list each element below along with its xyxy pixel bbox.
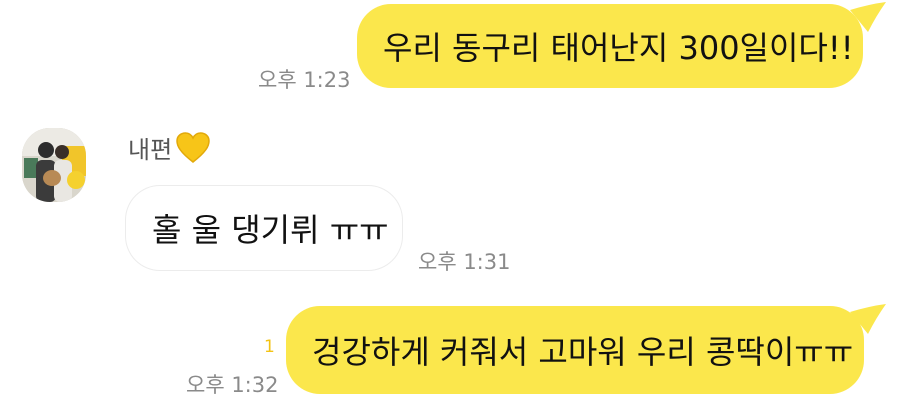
message-text: 홀 울 댕기뤼 ㅠㅠ bbox=[152, 211, 389, 249]
avatar[interactable] bbox=[22, 128, 86, 202]
message-bubble-sent[interactable]: 우리 동구리 태어난지 300일이다!! bbox=[357, 4, 863, 88]
profile-photo-icon bbox=[22, 128, 86, 202]
message-timestamp: 오후 1:31 bbox=[418, 250, 511, 274]
sender-name: 내편 bbox=[128, 130, 210, 165]
message-timestamp: 오후 1:23 bbox=[258, 68, 351, 92]
yellow-heart-icon bbox=[176, 131, 210, 163]
message-timestamp: 오후 1:32 bbox=[186, 373, 279, 397]
sender-name-label: 내편 bbox=[128, 136, 173, 164]
message-bubble-sent[interactable]: 겅강하게 커줘서 고마워 우리 콩딱이ㅠㅠ bbox=[286, 306, 864, 394]
message-text: 우리 동구리 태어난지 300일이다!! bbox=[383, 29, 854, 67]
unread-count: 1 bbox=[264, 337, 275, 357]
message-bubble-received[interactable]: 홀 울 댕기뤼 ㅠㅠ bbox=[126, 186, 402, 270]
message-text: 겅강하게 커줘서 고마워 우리 콩딱이ㅠㅠ bbox=[312, 333, 854, 371]
bubble-tail bbox=[850, 2, 886, 32]
bubble-tail bbox=[850, 304, 886, 334]
